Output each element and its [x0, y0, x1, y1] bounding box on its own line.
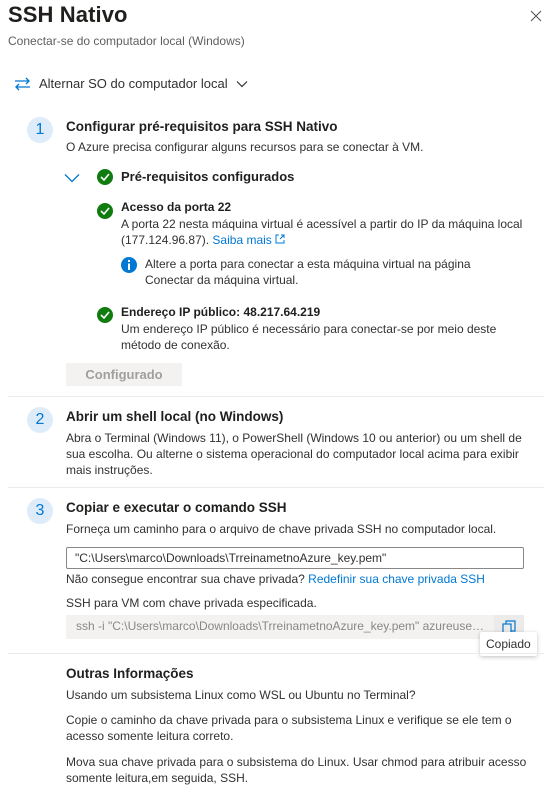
learn-more-link[interactable]: Saiba mais [212, 233, 285, 247]
step-2-number: 2 [27, 407, 53, 433]
info-icon [121, 257, 137, 273]
step-1-description: O Azure precisa configurar alguns recurs… [66, 140, 424, 154]
other-info-p2-line1: Copie o caminho da chave privada para o … [66, 713, 512, 727]
info-text-line1: Altere a porta para conectar a esta máqu… [145, 257, 471, 271]
reset-private-key-link[interactable]: Redefinir sua chave privada SSH [308, 572, 485, 586]
ssh-command-label: SSH para VM com chave privada especifica… [66, 596, 317, 610]
switch-arrows-icon [15, 77, 30, 90]
divider [8, 396, 544, 397]
other-info-title: Outras Informações [66, 666, 194, 681]
divider [8, 653, 544, 654]
ssh-command-field[interactable]: ssh -i "C:\Users\marco\Downloads\Trreina… [66, 615, 494, 639]
step-3-number: 3 [27, 498, 53, 524]
divider [8, 487, 544, 488]
switch-os-label: Alternar SO do computador local [39, 76, 228, 91]
ip-title: Endereço IP público: 48.217.64.219 [121, 305, 321, 319]
chevron-down-icon [64, 174, 80, 183]
chevron-down-icon [236, 80, 248, 87]
prereq-section-title: Pré-requisitos configurados [121, 169, 295, 184]
private-key-path-input[interactable] [66, 547, 524, 569]
step-1-title: Configurar pré-requisitos para SSH Nativ… [66, 119, 338, 134]
port-text-line2: (177.124.96.87). [121, 233, 210, 247]
ip-text-line1: Um endereço IP público é necessário para… [121, 322, 497, 336]
configured-button[interactable]: Configurado [66, 363, 182, 386]
step-2-line1: Abra o Terminal (Windows 11), o PowerShe… [66, 431, 522, 445]
step-3-description: Forneça um caminho para o arquivo de cha… [66, 522, 497, 536]
port-check-icon [97, 203, 113, 219]
step-1-number: 1 [27, 117, 53, 143]
port-text-line1: A porta 22 nesta máquina virtual é acess… [121, 217, 523, 231]
other-info-line1: Usando um subsistema Linux como WSL ou U… [66, 688, 416, 702]
switch-os-button[interactable]: Alternar SO do computador local [14, 76, 248, 91]
close-button[interactable] [526, 6, 546, 26]
close-icon [530, 10, 542, 22]
step-3-title: Copiar e executar o comando SSH [66, 500, 287, 515]
prereq-collapse-toggle[interactable] [64, 170, 80, 184]
step-2-line2: sua escolha. Ou alterne o sistema operac… [66, 447, 519, 461]
info-text-line2: Conectar da máquina virtual. [145, 273, 299, 287]
ip-check-icon [97, 307, 113, 323]
step-2-title: Abrir um shell local (no Windows) [66, 409, 284, 424]
panel-title: SSH Nativo [8, 2, 128, 27]
help-text: Não consegue encontrar sua chave privada… [66, 572, 305, 586]
ip-text-line2: método de conexão. [121, 338, 230, 352]
panel-subtitle: Conectar-se do computador local (Windows… [8, 34, 245, 48]
port-title: Acesso da porta 22 [121, 200, 232, 214]
other-info-p2-line2: acesso somente leitura correto. [66, 729, 234, 743]
other-info-p3-line1: Mova sua chave privada para o subsistema… [66, 755, 527, 769]
external-link-icon [275, 234, 285, 244]
other-info-p3-line2: somente leitura,em seguida, SSH. [66, 771, 249, 785]
success-check-icon [97, 169, 113, 185]
step-2-line3: mais instruções. [66, 463, 153, 477]
